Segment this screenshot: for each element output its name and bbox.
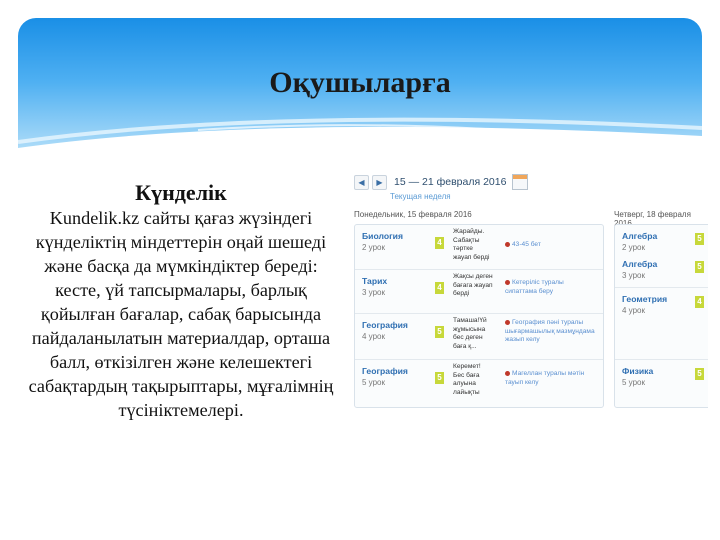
current-week-link[interactable]: Текущая неделя xyxy=(390,192,451,201)
day-title: Понедельник, 15 февраля 2016 xyxy=(354,210,472,219)
lesson-number: 4 урок xyxy=(622,306,645,315)
homework-text: 43-45 бет xyxy=(512,241,541,248)
homework-text: Магеллан туралы мәтін тауып келу xyxy=(505,370,585,386)
grade-badge: 5 xyxy=(435,326,444,338)
slide-title: Оқушыларға xyxy=(269,66,451,99)
subject-link[interactable]: География xyxy=(362,366,408,376)
prev-week-button[interactable]: ◀ xyxy=(354,174,369,190)
lesson-comment: Жақсы деген бағага жауап берді xyxy=(453,273,493,297)
subject-link[interactable]: Физика xyxy=(622,366,653,376)
homework-dot-icon xyxy=(505,319,510,325)
description-heading: Күнделік xyxy=(135,180,227,205)
subject-link[interactable]: Геометрия xyxy=(622,294,667,304)
lesson-row: Биология 2 урок 4 Жарайды. Сабақты тәртк… xyxy=(355,225,603,269)
lesson-comment: Тамаша!Үй жұмысына бес деген баға қ... xyxy=(453,317,487,350)
grade-badge: 4 xyxy=(435,282,444,294)
chevron-right-icon: ▶ xyxy=(376,177,383,187)
lesson-number: 3 урок xyxy=(622,271,645,280)
day-monday: Понедельник, 15 февраля 2016 Биология 2 … xyxy=(354,210,604,408)
diary-screenshot: ◀ ▶ 15 — 21 февраля 2016 Текущая неделя … xyxy=(352,168,708,418)
day-thursday: Четверг, 18 февраля 2016 Алгебра 2 урок … xyxy=(614,210,708,408)
week-range: 15 — 21 февраля 2016 xyxy=(394,176,507,188)
lesson-number: 2 урок xyxy=(622,243,645,252)
calendar-icon[interactable] xyxy=(512,174,529,190)
lesson-row: Алгебра 3 урок 5 xyxy=(615,253,708,287)
description-body: Kundelik.kz сайты қағаз жүзіндегі күндел… xyxy=(28,208,334,420)
homework-dot-icon xyxy=(505,279,510,285)
lessons-card: Биология 2 урок 4 Жарайды. Сабақты тәртк… xyxy=(354,224,604,408)
lessons-card: Алгебра 2 урок 5 Алгебра 3 урок 5 Геомет… xyxy=(614,224,708,408)
chevron-left-icon: ◀ xyxy=(358,177,365,187)
lesson-row: Алгебра 2 урок 5 xyxy=(615,225,708,253)
homework[interactable]: Кетеріліс туралы сипаттама беру xyxy=(505,279,595,296)
homework[interactable]: География пәні туралы шығармашылық мазмұ… xyxy=(505,319,595,345)
lesson-number: 4 урок xyxy=(362,332,385,341)
grade-badge: 5 xyxy=(695,233,704,245)
subject-link[interactable]: Алгебра xyxy=(622,231,657,241)
lesson-row: Геометрия 4 урок 4 xyxy=(615,287,708,360)
lesson-comment: Керемет! Бес баға алуына лайықты xyxy=(453,363,481,396)
subject-link[interactable]: Биология xyxy=(362,231,403,241)
lesson-row: География 5 урок 5 Керемет! Бес баға алу… xyxy=(355,359,603,408)
grade-badge: 4 xyxy=(435,237,444,249)
homework-dot-icon xyxy=(505,370,510,376)
grade-badge: 5 xyxy=(695,261,704,273)
lesson-comment: Жарайды. Сабақты тәртке жауап берді xyxy=(453,228,490,261)
grade-badge: 4 xyxy=(695,296,704,308)
lesson-row: Физика 5 урок 5 xyxy=(615,359,708,408)
lesson-number: 2 урок xyxy=(362,243,385,252)
homework-text: География пәні туралы шығармашылық мазмұ… xyxy=(505,319,595,343)
subject-link[interactable]: Тарих xyxy=(362,276,387,286)
lesson-row: Тарих 3 урок 4 Жақсы деген бағага жауап … xyxy=(355,269,603,314)
grade-badge: 5 xyxy=(695,368,704,380)
lesson-number: 3 урок xyxy=(362,288,385,297)
lesson-row: География 4 урок 5 Тамаша!Үй жұмысына бе… xyxy=(355,313,603,360)
week-navigation: ◀ ▶ 15 — 21 февраля 2016 xyxy=(354,174,529,190)
homework[interactable]: 43-45 бет xyxy=(505,241,595,250)
subject-link[interactable]: Алгебра xyxy=(622,259,657,269)
lesson-number: 5 урок xyxy=(362,378,385,387)
subject-link[interactable]: География xyxy=(362,320,408,330)
grade-badge: 5 xyxy=(435,372,444,384)
homework-dot-icon xyxy=(505,241,510,247)
lesson-number: 5 урок xyxy=(622,378,645,387)
homework-text: Кетеріліс туралы сипаттама беру xyxy=(505,279,564,295)
description-block: Күнделік Kundelik.kz сайты қағаз жүзінде… xyxy=(22,180,340,422)
next-week-button[interactable]: ▶ xyxy=(372,174,387,190)
homework[interactable]: Магеллан туралы мәтін тауып келу xyxy=(505,370,595,387)
